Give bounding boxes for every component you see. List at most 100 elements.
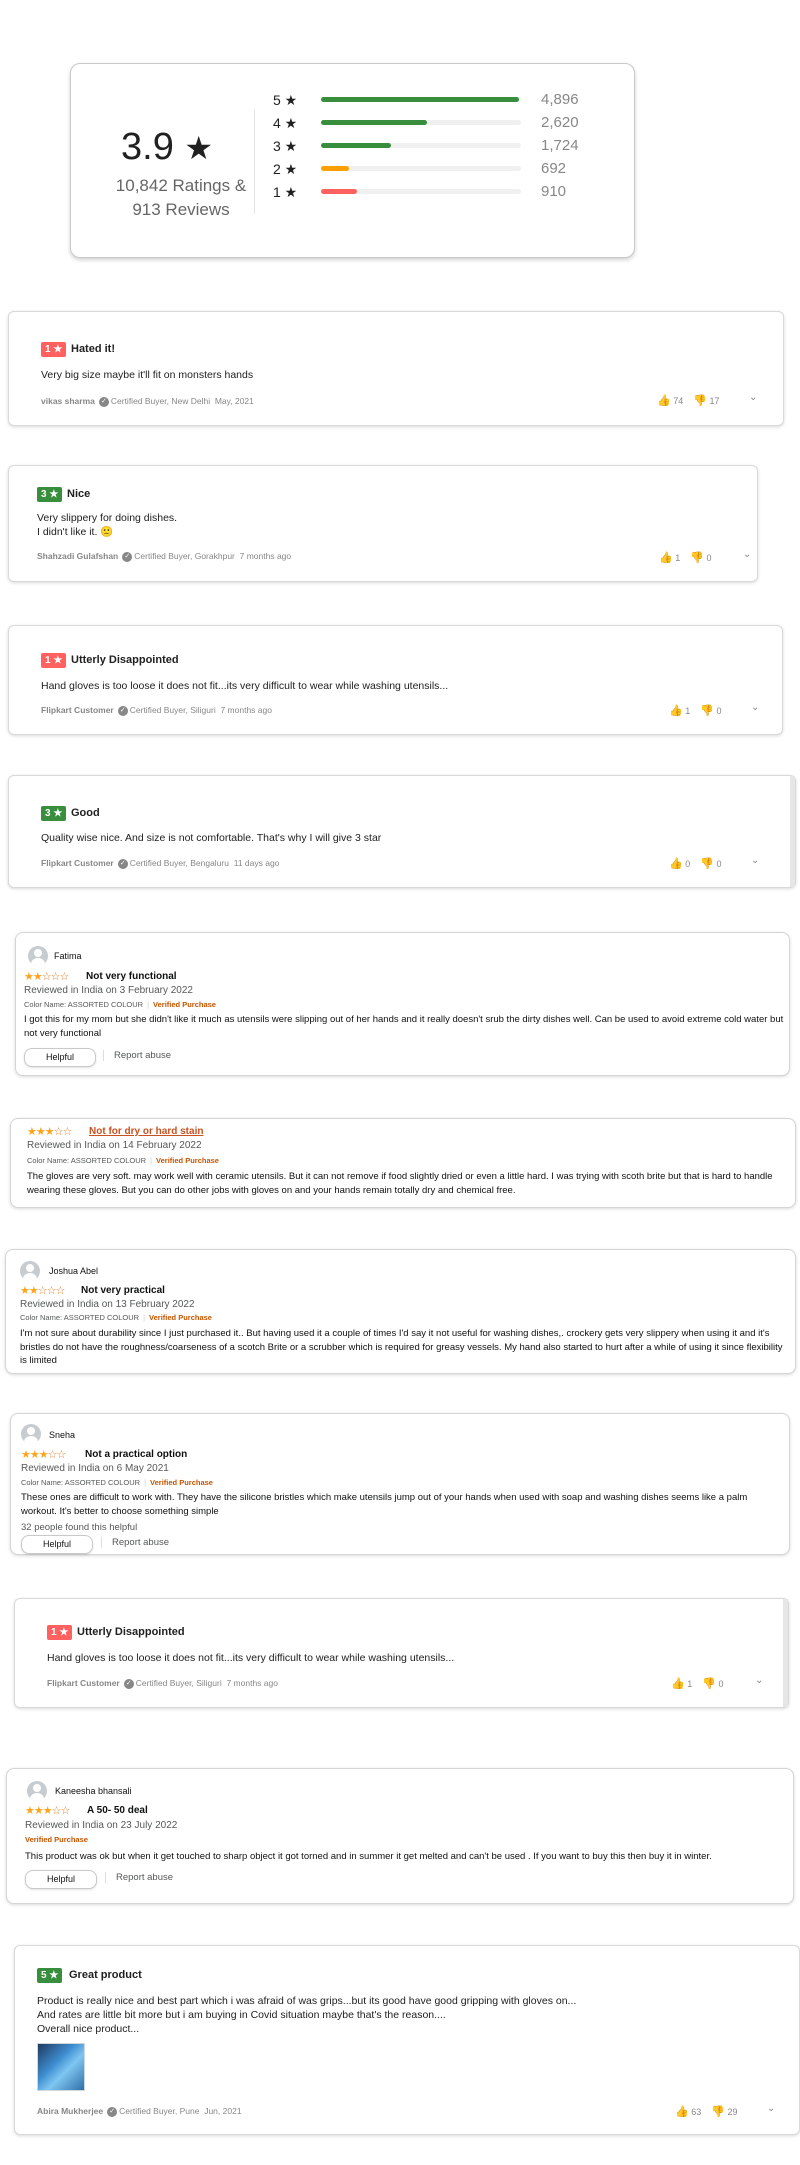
scrollbar[interactable] <box>790 776 795 887</box>
downvote-count: 29 <box>727 2107 738 2117</box>
star-empty-icon: ☆ <box>41 971 52 983</box>
thumbs-down-icon[interactable]: 👎 <box>702 1678 716 1690</box>
avatar <box>27 1781 47 1801</box>
star-filled-icon: ★ <box>38 1449 49 1461</box>
report-abuse-link[interactable]: Report abuse <box>101 1537 169 1548</box>
star-filled-icon: ★ <box>44 1126 55 1138</box>
thumbs-up-icon[interactable]: 👍 <box>657 395 671 407</box>
thumbs-down-icon[interactable]: 👎 <box>700 705 714 717</box>
review-meta: vikas sharma ✓ Certified Buyer, New Delhi … <box>41 396 254 407</box>
rating-badge: 1 ★ <box>47 1625 73 1640</box>
thumbs-down-icon[interactable]: 👎 <box>693 395 707 407</box>
review-body: Very big size maybe it'll fit on monster… <box>41 369 254 381</box>
review-date: Reviewed in India on 3 February 2022 <box>24 985 193 996</box>
review-card: Fatima ★★☆☆☆ Not very functional Reviewe… <box>15 932 790 1076</box>
review-title: Not very functional <box>86 971 177 982</box>
thumbs-down-icon[interactable]: 👎 <box>711 2106 725 2118</box>
review-body-line: Very slippery for doing dishes. <box>37 512 178 524</box>
color-name: Color Name: ASSORTED COLOUR <box>21 1478 141 1487</box>
review-body: I got this for my mom but she didn't lik… <box>24 1014 784 1039</box>
star-empty-icon: ☆ <box>62 1126 73 1138</box>
chevron-down-icon[interactable]: ⌄ <box>767 2103 775 2114</box>
divider <box>254 109 255 214</box>
star-rating: ★★☆☆☆ <box>24 970 69 983</box>
chevron-down-icon[interactable]: ⌄ <box>751 702 759 713</box>
star-empty-icon: ☆ <box>56 1449 67 1461</box>
upvote-count: 63 <box>691 2107 702 2117</box>
product-variant: Color Name: ASSORTED COLOUR | Verified Pur… <box>21 1478 213 1487</box>
star-filled-icon: ★ <box>35 1126 46 1138</box>
verified-purchase: Verified Purchase <box>150 1478 213 1487</box>
review-body: This product was ok but when it get touc… <box>25 1851 712 1862</box>
helpful-button[interactable]: Helpful <box>24 1048 96 1067</box>
chevron-down-icon[interactable]: ⌄ <box>749 392 757 403</box>
review-card: Kaneesha bhansali ★★★☆☆ A 50- 50 deal Re… <box>6 1768 794 1904</box>
review-time: 7 months ago <box>226 1678 278 1688</box>
review-title: Utterly Disappointed <box>77 1626 185 1638</box>
review-date: Reviewed in India on 6 May 2021 <box>21 1463 169 1474</box>
scrollbar[interactable] <box>783 1599 788 1707</box>
certified-buyer: Certified Buyer, Siliguri <box>129 705 216 715</box>
verified-check-icon: ✓ <box>117 705 128 716</box>
separator: | <box>144 1478 147 1487</box>
rating-badge: 3 ★ <box>41 806 67 821</box>
thumbs-up-icon[interactable]: 👍 <box>659 552 673 564</box>
verified-purchase: Verified Purchase <box>156 1156 219 1165</box>
verified-check-icon: ✓ <box>122 551 133 562</box>
review-author: Flipkart Customer <box>41 858 114 868</box>
helpful-button[interactable]: Helpful <box>21 1535 93 1554</box>
chevron-down-icon[interactable]: ⌄ <box>743 549 751 560</box>
thumbs-down-icon[interactable]: 👎 <box>690 552 704 564</box>
rating-bar-count: 2,620 <box>541 114 579 131</box>
review-title: Nice <box>67 488 91 500</box>
report-abuse-link[interactable]: Report abuse <box>103 1050 171 1061</box>
review-card: 1 ★ Utterly Disappointed Hand gloves is … <box>14 1598 789 1708</box>
vote-controls: 👍 74 👎 17 <box>657 394 719 407</box>
review-time: 7 months ago <box>239 551 292 561</box>
star-rating: ★★☆☆☆ <box>20 1284 65 1297</box>
review-body-line: Product is really nice and best part whi… <box>37 1995 577 2007</box>
thumbs-up-icon[interactable]: 👍 <box>675 2106 689 2118</box>
ratings-count: 10,842 Ratings & <box>115 176 247 195</box>
rating-bar-label: 3 ★ <box>273 138 298 154</box>
review-date: Reviewed in India on 13 February 2022 <box>20 1299 195 1310</box>
review-time: Jun, 2021 <box>204 2106 242 2116</box>
rating-bar-fill <box>321 120 427 125</box>
review-title-link[interactable]: Not for dry or hard stain <box>89 1126 203 1137</box>
chevron-down-icon[interactable]: ⌄ <box>751 855 759 866</box>
upvote-count: 1 <box>687 1679 693 1689</box>
star-filled-icon: ★ <box>32 971 43 983</box>
vote-controls: 👍 0 👎 0 <box>669 857 721 870</box>
upvote-count: 0 <box>685 859 691 869</box>
rating-bar-label: 5 ★ <box>273 92 298 108</box>
review-title: Great product <box>69 1969 142 1981</box>
star-rating: ★★★☆☆ <box>25 1804 70 1817</box>
review-image-thumbnail[interactable] <box>37 2043 85 2091</box>
rating-bar-count: 1,724 <box>541 137 579 154</box>
certified-buyer: Certified Buyer, Bengaluru <box>129 858 229 868</box>
star-empty-icon: ☆ <box>46 1285 57 1297</box>
chevron-down-icon[interactable]: ⌄ <box>755 1675 763 1686</box>
helpful-button[interactable]: Helpful <box>25 1870 97 1889</box>
report-abuse-link[interactable]: Report abuse <box>105 1872 173 1883</box>
certified-buyer: Certified Buyer, Pune <box>119 2106 200 2116</box>
thumbs-up-icon[interactable]: 👍 <box>669 705 683 717</box>
rating-bar-fill <box>321 166 349 171</box>
downvote-count: 0 <box>718 1679 724 1689</box>
product-variant: Color Name: ASSORTED COLOUR | Verified Pur… <box>27 1156 219 1165</box>
reviewer-name: Fatima <box>54 951 82 961</box>
upvote-count: 1 <box>685 706 691 716</box>
review-title: Hated it! <box>71 343 115 355</box>
rating-bar-row: 3 ★ 1,724 <box>273 135 613 157</box>
rating-bar-label: 2 ★ <box>273 161 298 177</box>
thumbs-up-icon[interactable]: 👍 <box>669 858 683 870</box>
verified-check-icon: ✓ <box>98 396 109 407</box>
reviewer-name: Sneha <box>49 1430 76 1440</box>
thumbs-up-icon[interactable]: 👍 <box>671 1678 685 1690</box>
star-filled-icon: ★ <box>20 1285 30 1297</box>
avatar <box>21 1424 41 1444</box>
average-rating: 3.9 ★ <box>121 126 214 168</box>
rating-bar-label: 4 ★ <box>273 115 298 131</box>
review-time: May, 2021 <box>214 396 254 406</box>
thumbs-down-icon[interactable]: 👎 <box>700 858 714 870</box>
